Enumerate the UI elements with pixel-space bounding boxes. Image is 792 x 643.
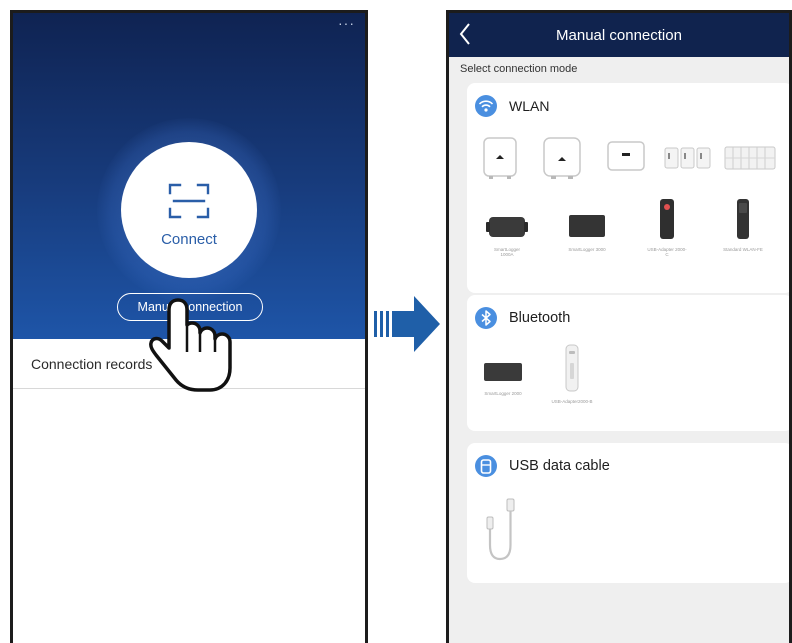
manual-connection-screen: Manual connection Select connection mode… (446, 10, 792, 643)
device-caption: Standard WLAN-FE (723, 247, 763, 252)
wlan-device[interactable]: Standard WLAN-FE (723, 195, 763, 252)
wlan-dongle-image (737, 199, 749, 239)
section-label: Select connection mode (460, 63, 578, 75)
wlan-device[interactable] (723, 143, 777, 173)
usb-cable-card[interactable]: USB data cable (467, 443, 789, 583)
device-caption: USB-Adapter2000-B (551, 399, 593, 404)
usb-icon (475, 455, 497, 477)
wifi-icon (475, 95, 497, 117)
usb-title: USB data cable (509, 458, 610, 474)
hero-panel: ··· Connect Manual connection (13, 13, 365, 339)
wlan-card[interactable]: WLAN SmartLogger 1000A SmartLogger 3000 … (467, 83, 789, 293)
bluetooth-card[interactable]: Bluetooth SmartLogger 2000 USB-Adapter20… (467, 295, 789, 431)
page-title: Manual connection (556, 26, 682, 44)
wlan-device[interactable]: SmartLogger 3000 (565, 211, 609, 252)
wlan-title: WLAN (509, 98, 550, 114)
bluetooth-title: Bluetooth (509, 310, 571, 326)
scan-frame-icon (168, 183, 210, 218)
connection-records-label: Connection records (31, 355, 153, 372)
wlan-device[interactable] (663, 143, 713, 173)
wlan-header: WLAN (475, 95, 549, 117)
more-menu-icon[interactable]: ··· (338, 15, 355, 31)
usb-header: USB data cable (475, 455, 610, 477)
connect-label: Connect (161, 230, 217, 248)
wlan-device[interactable] (481, 135, 519, 181)
inverter-image (543, 137, 581, 179)
device-caption: SmartLogger 2000 (484, 391, 522, 396)
wlan-device[interactable]: SmartLogger 1000A (485, 211, 529, 257)
right-arrow-icon (374, 296, 440, 352)
inverter-image (724, 146, 776, 170)
chevron-left-icon[interactable] (457, 21, 473, 47)
inverter-image (607, 141, 645, 171)
bluetooth-header: Bluetooth (475, 307, 570, 329)
device-caption: USB-Adapter 2000-C (647, 247, 687, 257)
top-bar: Manual connection (449, 13, 789, 57)
smartlogger-image (569, 215, 605, 237)
usb-adapter-image (660, 199, 674, 239)
bluetooth-device[interactable]: USB-Adapter2000-B (543, 343, 601, 404)
bluetooth-icon (475, 307, 497, 329)
device-caption: SmartLogger 3000 (568, 247, 606, 252)
bluetooth-device[interactable]: SmartLogger 2000 (481, 359, 525, 396)
device-caption: SmartLogger 1000A (493, 247, 520, 257)
connect-button[interactable]: Connect (121, 142, 257, 278)
hand-pointer-icon (149, 298, 232, 392)
usb-adapter-image (565, 344, 579, 392)
wlan-device[interactable]: USB-Adapter 2000-C (647, 195, 687, 257)
wlan-device[interactable] (605, 139, 647, 175)
usb-cable-image (486, 498, 515, 561)
smartlogger-image (486, 217, 528, 237)
smartlogger-image (484, 363, 522, 381)
inverter-image (664, 147, 711, 169)
inverter-image (483, 137, 517, 179)
wlan-device[interactable] (541, 135, 583, 181)
